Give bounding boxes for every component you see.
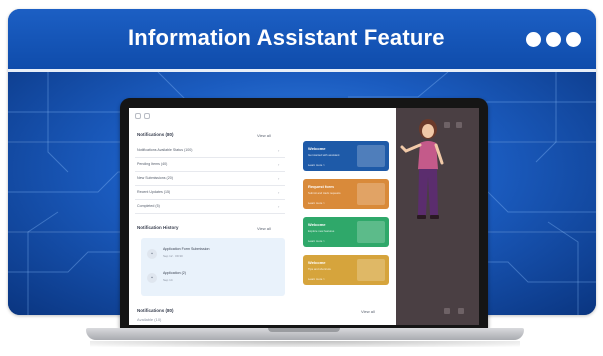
- list-item[interactable]: Completed (5) ›: [135, 199, 285, 214]
- back-icon[interactable]: [144, 113, 150, 119]
- history-panel: ▪ Application Form Submission Sep 12 · 0…: [141, 238, 285, 296]
- mic-icon[interactable]: [444, 308, 450, 314]
- history-item[interactable]: ▪ Application Form Submission Sep 12 · 0…: [147, 244, 279, 264]
- illustration-icon: [357, 183, 385, 205]
- chevron-right-icon: ›: [278, 148, 280, 153]
- feature-card-tile[interactable]: Welcome Tips and shortcuts Learn more >: [303, 255, 389, 285]
- view-all-link[interactable]: View all: [257, 133, 271, 138]
- feature-card-tile[interactable]: Welcome Get started with assistant Learn…: [303, 141, 389, 171]
- laptop-notch: [268, 328, 340, 332]
- chevron-right-icon: ›: [278, 204, 280, 209]
- chevron-right-icon: ›: [278, 162, 280, 167]
- card-header: Information Assistant Feature: [8, 9, 596, 69]
- list-item[interactable]: Pending Items (40) ›: [135, 157, 285, 172]
- section-title: Notifications (80): [137, 308, 174, 313]
- view-all-link[interactable]: View all: [361, 309, 375, 314]
- chevron-right-icon: ›: [278, 190, 280, 195]
- history-item[interactable]: ▪ Application (2) Sep 14: [147, 268, 279, 288]
- section-title: Notifications (80): [137, 132, 174, 137]
- view-all-link[interactable]: View all: [257, 226, 271, 231]
- menu-icon[interactable]: [135, 113, 141, 119]
- illustration-icon: [357, 259, 385, 281]
- document-icon: ▪: [147, 249, 157, 259]
- more-dots-icon[interactable]: [526, 32, 586, 48]
- list-item[interactable]: New Submissions (20) ›: [135, 171, 285, 186]
- assistant-avatar: [400, 119, 444, 219]
- list-item[interactable]: Notifications Available Status (100) ›: [135, 143, 285, 158]
- laptop-shadow: [90, 341, 520, 347]
- chevron-right-icon: ›: [278, 176, 280, 181]
- list-item[interactable]: Recent Updates (15) ›: [135, 185, 285, 200]
- illustration-icon: [357, 145, 385, 167]
- card-title: Information Assistant Feature: [128, 25, 445, 50]
- feature-card-tile[interactable]: Welcome Explore new features Learn more …: [303, 217, 389, 247]
- close-icon[interactable]: [456, 122, 462, 128]
- section-title: Notification History: [137, 225, 179, 230]
- list-item[interactable]: Available (10): [137, 317, 161, 322]
- illustration-icon: [357, 221, 385, 243]
- feature-card-tile[interactable]: Request form Submit and track requests L…: [303, 179, 389, 209]
- settings-icon[interactable]: [458, 308, 464, 314]
- document-icon: ▪: [147, 273, 157, 283]
